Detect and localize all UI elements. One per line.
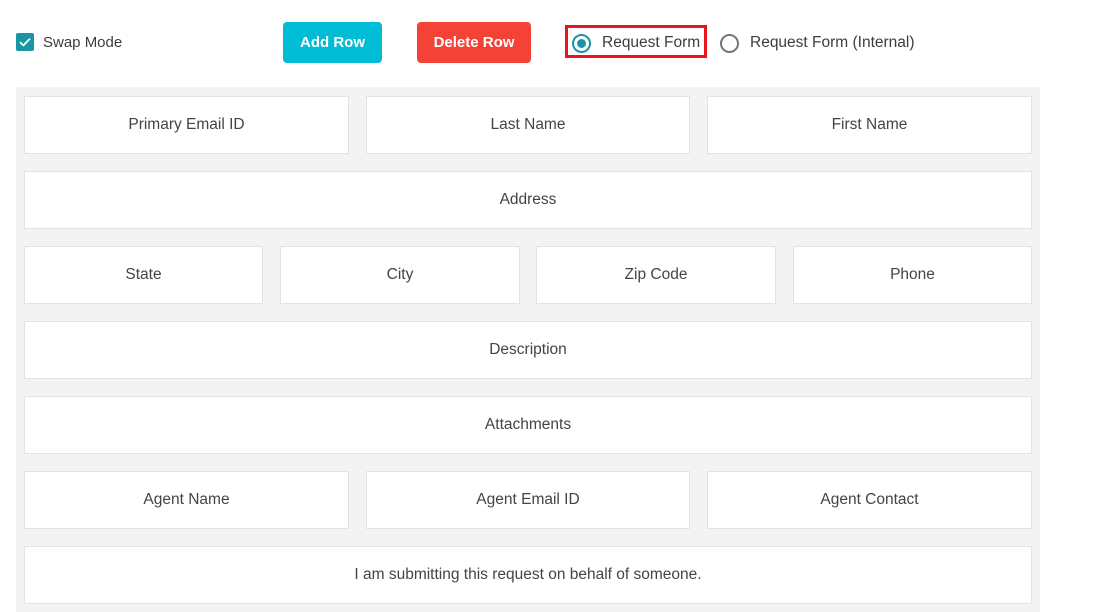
field-first-name[interactable]: First Name bbox=[707, 96, 1032, 154]
field-on-behalf-of-someone[interactable]: I am submitting this request on behalf o… bbox=[24, 546, 1032, 604]
radio-request-form[interactable]: Request Form bbox=[572, 32, 700, 54]
field-attachments[interactable]: Attachments bbox=[24, 396, 1032, 454]
radio-unselected-icon[interactable] bbox=[720, 33, 739, 53]
add-row-button[interactable]: Add Row bbox=[283, 22, 382, 63]
radio-request-form-internal[interactable]: Request Form (Internal) bbox=[720, 32, 915, 54]
field-city[interactable]: City bbox=[280, 246, 520, 304]
field-phone[interactable]: Phone bbox=[793, 246, 1032, 304]
field-last-name[interactable]: Last Name bbox=[366, 96, 690, 154]
radio-selected-icon[interactable] bbox=[572, 33, 591, 53]
field-agent-email-id[interactable]: Agent Email ID bbox=[366, 471, 690, 529]
form-layout-grid: Primary Email ID Last Name First Name Ad… bbox=[16, 87, 1040, 612]
delete-row-button[interactable]: Delete Row bbox=[417, 22, 531, 63]
field-description[interactable]: Description bbox=[24, 321, 1032, 379]
field-address[interactable]: Address bbox=[24, 171, 1032, 229]
field-state[interactable]: State bbox=[24, 246, 263, 304]
checkbox-checked-icon[interactable] bbox=[16, 33, 34, 51]
swap-mode-label: Swap Mode bbox=[43, 33, 123, 51]
field-agent-name[interactable]: Agent Name bbox=[24, 471, 349, 529]
field-zip-code[interactable]: Zip Code bbox=[536, 246, 776, 304]
field-agent-contact[interactable]: Agent Contact bbox=[707, 471, 1032, 529]
field-primary-email-id[interactable]: Primary Email ID bbox=[24, 96, 349, 154]
swap-mode-toggle[interactable]: Swap Mode bbox=[16, 32, 122, 52]
toolbar: Swap Mode Add Row Delete Row Request For… bbox=[0, 0, 1104, 86]
radio-label: Request Form bbox=[602, 34, 701, 51]
radio-label: Request Form (Internal) bbox=[750, 34, 915, 51]
